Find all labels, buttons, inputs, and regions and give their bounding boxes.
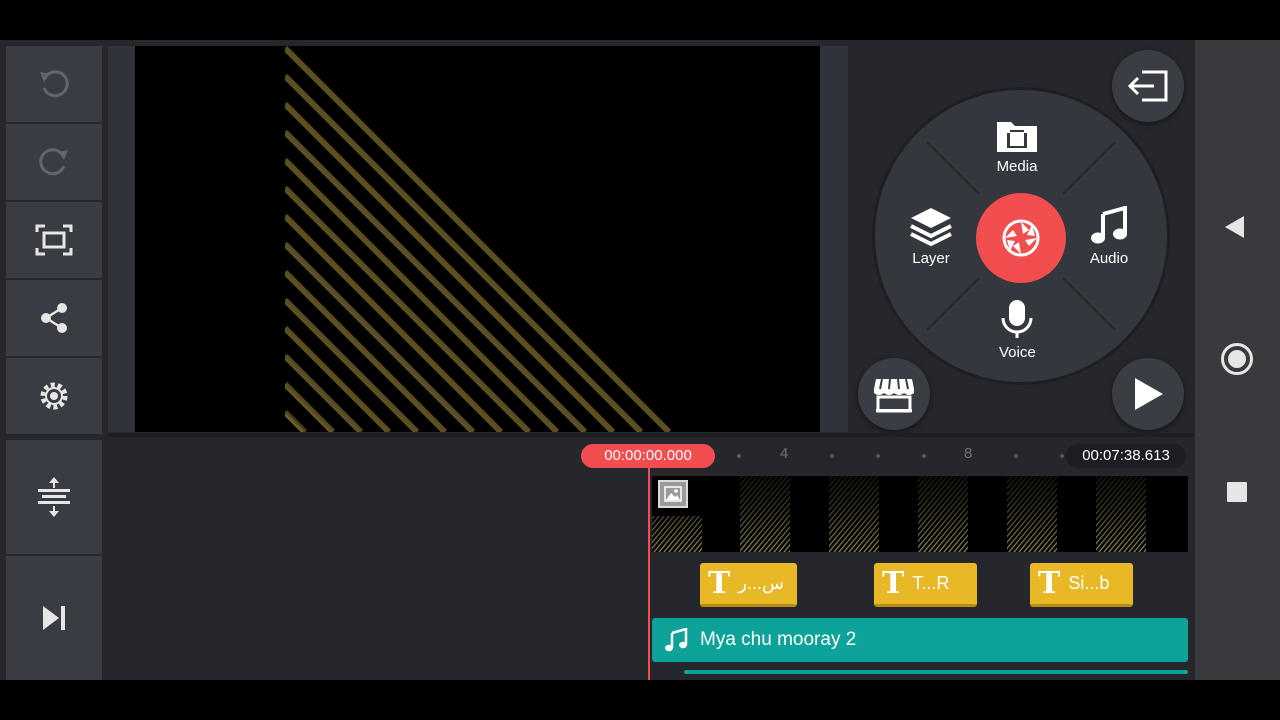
ruler-mark-4: 4 (780, 445, 789, 462)
settings-button[interactable] (6, 358, 102, 434)
ruler-dot (876, 454, 880, 458)
ruler-dot (1014, 454, 1018, 458)
text-icon: T (882, 565, 905, 601)
back-icon[interactable] (1225, 216, 1244, 238)
kinemaster-editor: Media Layer Audio Voice 4 8 00:00:00.000… (0, 40, 1195, 680)
camera-shutter-icon (1002, 219, 1040, 257)
play-button[interactable] (1112, 358, 1184, 430)
share-button[interactable] (6, 280, 102, 356)
video-clip-track[interactable] (652, 476, 1188, 552)
recents-icon[interactable] (1227, 482, 1247, 502)
media-button[interactable]: Media (995, 118, 1039, 175)
ruler-mark-8: 8 (964, 445, 973, 462)
layer-button[interactable]: Layer (909, 206, 953, 267)
music-note-icon (1091, 206, 1127, 244)
video-thumbnails (652, 476, 1146, 552)
audio-label: Audio (1089, 250, 1129, 267)
undo-icon (40, 70, 69, 98)
ruler-dot (830, 454, 834, 458)
audio-clip-secondary (684, 670, 1188, 674)
play-icon (1135, 378, 1163, 410)
video-preview[interactable] (135, 46, 820, 432)
playhead[interactable] (648, 464, 650, 680)
total-time: 00:07:38.613 (1066, 444, 1186, 468)
aspect-ratio-button[interactable] (6, 202, 102, 278)
undo-button[interactable] (6, 46, 102, 122)
voice-button[interactable]: Voice (999, 298, 1036, 361)
skip-end-icon (43, 606, 65, 630)
home-icon[interactable] (1221, 343, 1253, 375)
capture-button[interactable] (976, 193, 1066, 283)
aspect-ratio-icon (35, 224, 73, 256)
text-clip[interactable]: T Si...b (1030, 563, 1133, 607)
media-label: Media (996, 158, 1038, 175)
text-clip-label: س...ر (738, 573, 784, 593)
text-icon: T (708, 565, 731, 601)
microphone-icon (1001, 300, 1033, 338)
expand-timeline-icon (38, 477, 70, 517)
text-clip[interactable]: T T...R (874, 563, 977, 607)
expand-timeline-button[interactable] (6, 440, 102, 554)
layer-icon (910, 208, 952, 246)
layer-label: Layer (912, 250, 950, 267)
system-nav-bar (1195, 40, 1280, 680)
timeline-divider (108, 433, 1195, 437)
image-clip-icon (658, 480, 688, 508)
audio-button[interactable]: Audio (1089, 206, 1129, 267)
voice-label: Voice (999, 344, 1036, 361)
redo-button[interactable] (6, 124, 102, 200)
media-wheel: Media Layer Audio Voice (872, 87, 1170, 385)
share-icon (41, 303, 67, 333)
text-clip-label: T...R (912, 573, 950, 593)
text-clip-label: Si...b (1068, 573, 1110, 593)
music-note-icon (665, 628, 688, 652)
text-clip[interactable]: T س...ر (700, 563, 797, 607)
redo-icon (39, 148, 68, 176)
preview-stripes (285, 46, 672, 432)
audio-clip-label: Mya chu mooray 2 (700, 629, 857, 650)
jump-to-end-button[interactable] (6, 556, 102, 680)
store-icon (874, 378, 914, 413)
asset-store-button[interactable] (858, 358, 930, 430)
audio-clip[interactable]: Mya chu mooray 2 (652, 618, 1188, 662)
ruler-dot (922, 454, 926, 458)
media-icon (997, 122, 1037, 152)
ruler-dot (1060, 454, 1064, 458)
gear-icon (40, 382, 68, 410)
text-icon: T (1038, 565, 1061, 601)
ruler-dot (737, 454, 741, 458)
